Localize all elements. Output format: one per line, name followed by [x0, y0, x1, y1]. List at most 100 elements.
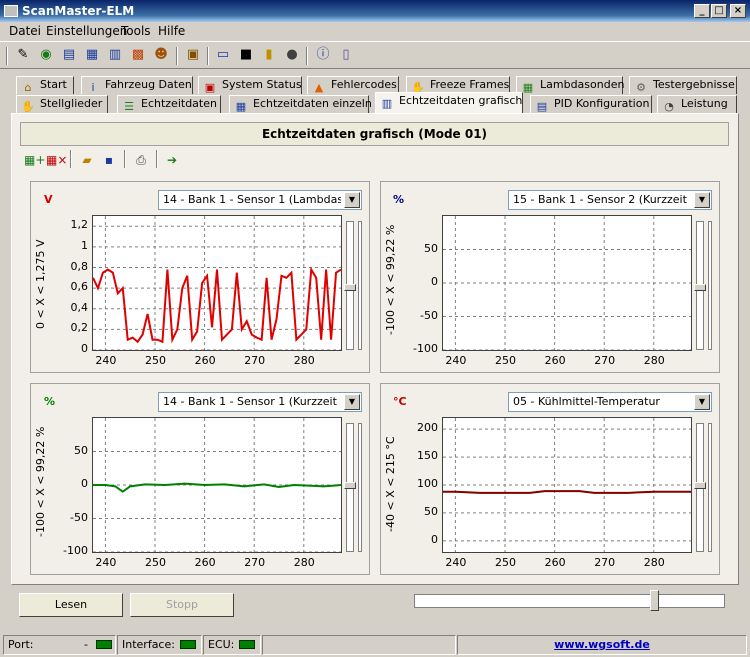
- disc-icon[interactable]: ●: [283, 46, 301, 64]
- battery-icon[interactable]: ▮: [260, 46, 278, 64]
- dropdown-arrow-icon[interactable]: ▼: [694, 394, 710, 410]
- scale-slider[interactable]: [708, 221, 712, 350]
- slider-thumb[interactable]: [694, 284, 706, 291]
- range-label: 0 < X < 1,275 V: [34, 239, 47, 329]
- tab-echtzeitdaten-grafisch[interactable]: ▥ Echtzeitdaten grafisch: [375, 92, 523, 113]
- gauge-icon: ◔: [664, 100, 674, 113]
- interface-led-icon: [180, 640, 196, 649]
- page-title: Echtzeitdaten grafisch (Mode 01): [20, 122, 729, 146]
- plot-area-3: [92, 417, 342, 553]
- tab-label: Echtzeitdaten: [141, 97, 217, 110]
- hand-icon: ✋: [21, 100, 35, 113]
- range-label: -40 < X < 215 °C: [384, 436, 397, 532]
- series-line: [92, 266, 342, 344]
- config-icon: ▤: [536, 100, 548, 113]
- menu-bar: Datei Einstellungen Tools Hilfe: [0, 22, 750, 41]
- tab-pid-konfiguration[interactable]: ▤ PID Konfiguration: [530, 95, 652, 113]
- dropdown-arrow-icon[interactable]: ▼: [344, 192, 360, 208]
- y-tick-label: 50: [424, 241, 438, 255]
- scale-slider[interactable]: [358, 221, 362, 350]
- website-panel: www.wgsoft.de: [457, 635, 747, 655]
- maximize-button[interactable]: □: [711, 4, 727, 18]
- globe-icon[interactable]: ◉: [37, 46, 55, 64]
- minimize-button[interactable]: _: [694, 4, 710, 18]
- scale-slider[interactable]: [358, 423, 362, 552]
- table-icon[interactable]: ▦: [83, 46, 101, 64]
- x-tick-label: 260: [194, 354, 216, 367]
- chart-icon[interactable]: ▥: [106, 46, 124, 64]
- sensor-select-1[interactable]: 14 - Bank 1 - Sensor 1 (Lambdasonde Span…: [158, 190, 362, 210]
- book-icon[interactable]: ▯: [337, 46, 355, 64]
- tab-label: Echtzeitdaten grafisch: [399, 94, 523, 107]
- time-slider[interactable]: [414, 594, 725, 608]
- sensor-select-2[interactable]: 15 - Bank 1 - Sensor 2 (Kurzzeit Einspri…: [508, 190, 712, 210]
- x-tick-label: 270: [244, 556, 266, 569]
- slider-thumb[interactable]: [694, 482, 706, 489]
- x-tick-label: 270: [594, 354, 616, 367]
- y-tick-label: 100: [417, 477, 438, 490]
- x-tick-label: 270: [594, 556, 616, 569]
- tab-echtzeitdaten[interactable]: ☰ Echtzeitdaten: [117, 95, 221, 113]
- sensor-select-3[interactable]: 14 - Bank 1 - Sensor 1 (Kurzzeit Einspri…: [158, 392, 362, 412]
- print-icon[interactable]: ⎙: [132, 151, 150, 169]
- tab-leistung[interactable]: ◔ Leistung: [657, 95, 737, 113]
- port-status: Port: -: [3, 635, 116, 655]
- menu-hilfe[interactable]: Hilfe: [158, 24, 185, 38]
- tab-fahrzeug-daten[interactable]: i Fahrzeug Daten: [81, 76, 193, 94]
- toolbar-separator: [156, 150, 158, 168]
- x-tick-label: 240: [95, 556, 117, 569]
- pipette-icon[interactable]: ✎: [14, 46, 32, 64]
- tab-stellglieder[interactable]: ✋ Stellglieder: [16, 95, 108, 113]
- tab-system-status[interactable]: ▣ System Status: [198, 76, 302, 94]
- scale-slider[interactable]: [708, 423, 712, 552]
- line-chart: [443, 216, 691, 351]
- time-slider-thumb[interactable]: [650, 590, 659, 611]
- menu-datei[interactable]: Datei: [9, 24, 41, 38]
- x-tick-label: 260: [544, 354, 566, 367]
- document-icon[interactable]: ▤: [60, 46, 78, 64]
- palette-icon[interactable]: ▩: [129, 46, 147, 64]
- stop-button[interactable]: Stopp: [130, 593, 234, 617]
- gear-icon: ⚙: [636, 81, 646, 94]
- open-icon[interactable]: ▰: [78, 151, 96, 169]
- y-tick-label: 0: [431, 532, 438, 546]
- dropdown-arrow-icon[interactable]: ▼: [694, 192, 710, 208]
- tab-label: Start: [40, 78, 67, 91]
- tab-echtzeitdaten-einzeln[interactable]: ▦ Echtzeitdaten einzeln: [229, 95, 372, 113]
- status-bar: Port: - Interface: ECU: www.wgsoft.de: [0, 633, 750, 657]
- y-tick-label: 0,2: [70, 321, 89, 335]
- info-icon[interactable]: ⓘ: [314, 46, 332, 64]
- tab-lambdasonden[interactable]: ▦ Lambdasonden: [516, 76, 624, 94]
- x-axis: 240 250 260 270 280: [442, 556, 692, 570]
- delete-row-icon[interactable]: ▦×: [46, 151, 67, 169]
- line-chart: [93, 418, 342, 553]
- menu-tools[interactable]: Tools: [121, 24, 151, 38]
- toolbar-separator: [207, 47, 209, 65]
- slider-thumb[interactable]: [344, 482, 356, 489]
- x-tick-label: 280: [293, 354, 315, 367]
- y-axis: 1,2 1 0,8 0,6 0,4 0,2 0: [58, 215, 89, 355]
- chart-toolbar: ▦+ ▦× ▰ ▪ ⎙ ➔: [20, 147, 729, 171]
- user-icon[interactable]: ☻: [152, 46, 170, 64]
- x-tick-label: 270: [244, 354, 266, 367]
- chat-icon[interactable]: ▭: [214, 46, 232, 64]
- chart-icon: ▥: [381, 97, 393, 110]
- tab-start[interactable]: ⌂ Start: [16, 76, 74, 94]
- list-icon: ☰: [124, 100, 134, 113]
- website-link[interactable]: www.wgsoft.de: [554, 638, 650, 651]
- y-axis: 50 0 -50 -100: [408, 215, 438, 356]
- toolbar: ✎ ◉ ▤ ▦ ▥ ▩ ☻ ▣ ▭ ■ ▮ ● ⓘ ▯: [0, 41, 750, 69]
- sensor-select-4[interactable]: 05 - Kühlmittel-Temperatur ▼: [508, 392, 712, 412]
- close-button[interactable]: ×: [730, 4, 746, 18]
- dropdown-arrow-icon[interactable]: ▼: [344, 394, 360, 410]
- export-icon[interactable]: ➔: [163, 151, 181, 169]
- clipboard-icon[interactable]: ▣: [184, 46, 202, 64]
- tab-testergebnisse[interactable]: ⚙ Testergebnisse: [629, 76, 737, 94]
- read-button[interactable]: Lesen: [19, 593, 123, 617]
- unit-label: %: [393, 193, 404, 206]
- slider-thumb[interactable]: [344, 284, 356, 291]
- save-icon[interactable]: ▪: [100, 151, 118, 169]
- add-row-icon[interactable]: ▦+: [24, 151, 45, 169]
- terminal-icon[interactable]: ■: [237, 46, 255, 64]
- menu-einstellungen[interactable]: Einstellungen: [46, 24, 127, 38]
